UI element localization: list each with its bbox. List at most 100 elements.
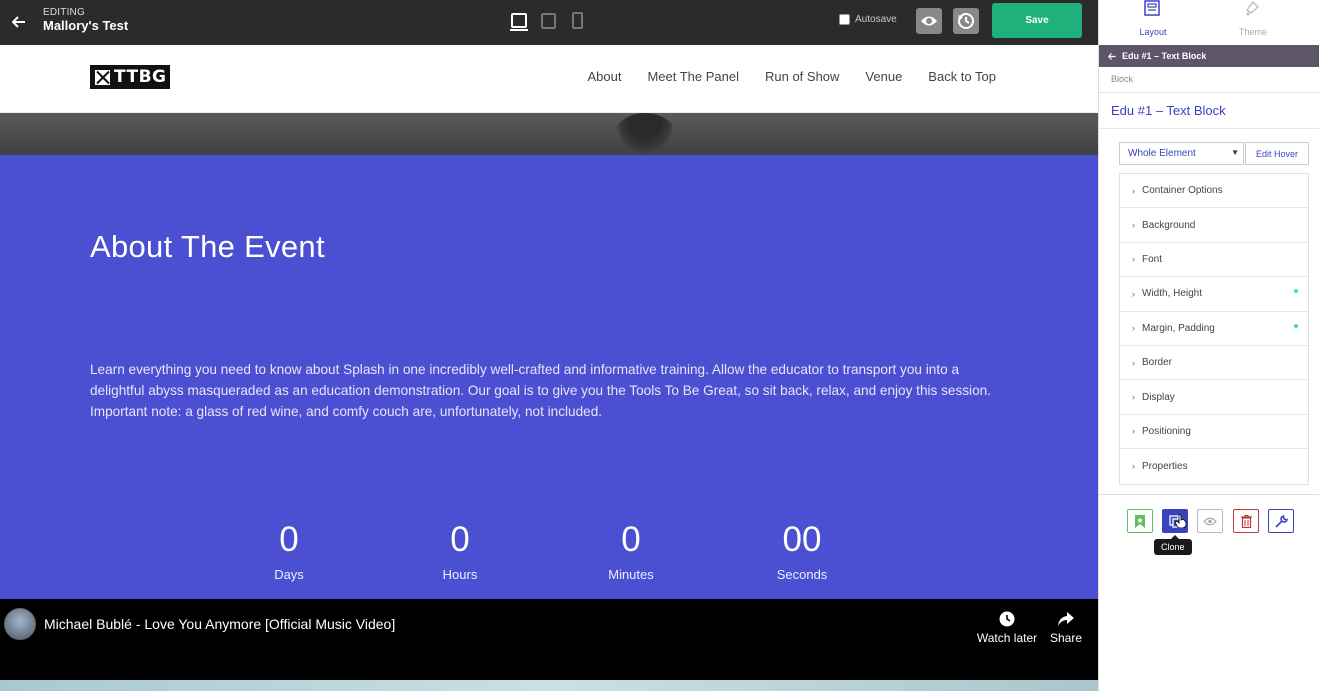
tab-layout[interactable]: Layout xyxy=(1118,0,1188,45)
countdown-days: 0 Days xyxy=(234,520,344,583)
watch-later-label: Watch later xyxy=(976,631,1038,645)
preview-button[interactable] xyxy=(916,8,942,34)
arrow-left-icon xyxy=(12,16,25,28)
delete-button[interactable] xyxy=(1233,509,1259,533)
tablet-view-icon[interactable] xyxy=(541,13,556,29)
editor-panel: Layout Theme Edu #1 – Text Block Block E… xyxy=(1098,0,1319,691)
next-section-image xyxy=(0,680,1098,691)
paint-icon xyxy=(1246,1,1259,16)
section-font[interactable]: › Font xyxy=(1120,243,1308,278)
section-label: Border xyxy=(1142,357,1173,369)
tools-icon xyxy=(95,69,110,85)
section-display[interactable]: › Display xyxy=(1120,380,1308,415)
hero-figure xyxy=(615,113,675,155)
about-text-block[interactable]: Learn everything you need to know about … xyxy=(90,359,1005,422)
hand-cursor-icon xyxy=(1175,514,1187,528)
countdown-minutes: 0 Minutes xyxy=(576,520,686,583)
section-margin-padding[interactable]: › Margin, Padding xyxy=(1120,312,1308,346)
chevron-right-icon: › xyxy=(1132,461,1135,472)
nav-link-venue[interactable]: Venue xyxy=(865,69,902,84)
countdown-hours: 0 Hours xyxy=(405,521,515,583)
save-block-button[interactable] xyxy=(1127,509,1153,533)
page-title: Mallory's Test xyxy=(43,18,129,33)
countdown-seconds-value: 00 xyxy=(782,520,822,559)
chevron-down-icon: ▼ xyxy=(1231,148,1239,157)
chevron-right-icon: › xyxy=(1132,254,1135,265)
nav-link-run-of-show[interactable]: Run of Show xyxy=(765,69,839,84)
site-logo[interactable]: TTBG xyxy=(90,65,170,89)
arrow-left-small-icon xyxy=(1108,52,1116,60)
element-select-value: Whole Element xyxy=(1128,148,1196,159)
history-icon xyxy=(958,13,974,29)
section-width-height[interactable]: › Width, Height xyxy=(1120,277,1308,312)
countdown-days-value: 0 xyxy=(279,520,299,559)
section-label: Positioning xyxy=(1142,425,1191,437)
section-label: Properties xyxy=(1142,460,1188,472)
tab-layout-label: Layout xyxy=(1139,27,1167,37)
section-label: Margin, Padding xyxy=(1142,322,1215,334)
save-button[interactable]: Save xyxy=(992,3,1082,38)
clone-tooltip: Clone xyxy=(1154,535,1192,555)
tab-theme-label: Theme xyxy=(1238,27,1267,37)
divider xyxy=(1099,494,1319,495)
wrench-icon xyxy=(1275,514,1288,527)
video-embed[interactable]: Michael Bublé - Love You Anymore [Offici… xyxy=(0,599,1098,680)
element-heading: Edu #1 – Text Block xyxy=(1111,103,1226,118)
chevron-right-icon: › xyxy=(1132,185,1135,196)
chevron-right-icon: › xyxy=(1132,323,1135,334)
countdown-days-label: Days xyxy=(274,567,304,582)
nav-link-back-to-top[interactable]: Back to Top xyxy=(928,69,996,84)
hero-image xyxy=(0,113,1098,155)
section-properties[interactable]: › Properties xyxy=(1120,449,1308,483)
desktop-view-icon[interactable] xyxy=(510,13,528,31)
section-container-options[interactable]: › Container Options xyxy=(1120,174,1308,209)
autosave-checkbox[interactable] xyxy=(839,14,850,25)
share-label: Share xyxy=(1049,631,1083,645)
video-title[interactable]: Michael Bublé - Love You Anymore [Offici… xyxy=(44,616,395,632)
countdown-minutes-label: Minutes xyxy=(608,567,654,582)
back-button[interactable] xyxy=(9,12,29,32)
history-button[interactable] xyxy=(953,8,979,34)
eye-icon xyxy=(921,16,937,26)
modified-indicator xyxy=(1294,289,1298,294)
watch-later-button[interactable]: Watch later xyxy=(975,611,1039,645)
autosave-toggle[interactable]: Autosave xyxy=(839,14,897,25)
section-label: Display xyxy=(1142,391,1175,403)
edit-hover-button[interactable]: Edit Hover xyxy=(1245,142,1309,165)
trash-icon xyxy=(1240,514,1252,528)
panel-breadcrumb[interactable]: Edu #1 – Text Block xyxy=(1099,45,1319,67)
chevron-right-icon: › xyxy=(1132,357,1135,368)
about-section[interactable]: About The Event Learn everything you nee… xyxy=(0,155,1098,599)
element-type-label: Block xyxy=(1111,74,1134,84)
countdown-minutes-value: 0 xyxy=(621,520,641,559)
autosave-label: Autosave xyxy=(855,14,897,25)
element-part-select[interactable]: Whole Element ▼ xyxy=(1119,142,1244,165)
section-label: Font xyxy=(1142,253,1163,265)
section-border[interactable]: › Border xyxy=(1120,346,1308,381)
tab-theme[interactable]: Theme xyxy=(1218,0,1288,45)
share-icon xyxy=(1058,612,1074,626)
countdown-seconds: 00 Seconds xyxy=(747,520,857,583)
nav-link-panel[interactable]: Meet The Panel xyxy=(647,69,739,84)
share-button[interactable]: Share xyxy=(1046,611,1086,645)
style-sections: › Container Options › Background › Font › Wi… xyxy=(1119,173,1309,485)
advanced-settings-button[interactable] xyxy=(1268,509,1294,533)
editor-toolbar: EDITING Mallory's Test Autosave Save xyxy=(0,0,1098,45)
section-background[interactable]: › Background xyxy=(1120,208,1308,243)
nav-link-about[interactable]: About xyxy=(587,69,621,84)
section-label: Container Options xyxy=(1142,185,1223,197)
channel-avatar[interactable] xyxy=(4,608,36,640)
countdown-seconds-label: Seconds xyxy=(776,567,828,582)
section-positioning[interactable]: › Positioning xyxy=(1120,415,1308,450)
modified-indicator xyxy=(1294,323,1298,328)
divider xyxy=(1099,92,1319,93)
layout-icon xyxy=(1144,0,1160,16)
mobile-view-icon[interactable] xyxy=(572,12,583,29)
bookmark-icon xyxy=(1135,514,1145,528)
chevron-right-icon: › xyxy=(1132,426,1135,437)
editor-title-block: EDITING Mallory's Test xyxy=(43,7,128,33)
countdown-hours-label: Hours xyxy=(442,567,478,582)
about-title[interactable]: About The Event xyxy=(90,229,325,265)
section-label: Width, Height xyxy=(1142,288,1203,300)
hide-button[interactable] xyxy=(1197,509,1223,533)
